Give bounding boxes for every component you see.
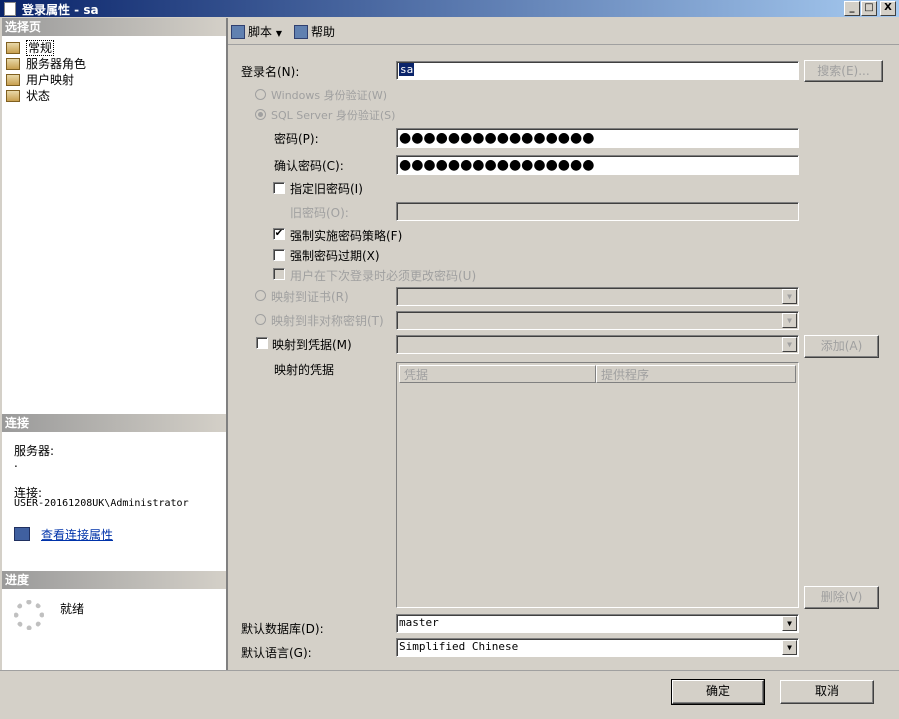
progress-status: 就绪 <box>60 602 85 616</box>
title-bar: 登录属性 - sa _ □ X <box>0 0 899 17</box>
toolbar: 脚本 ▼ 帮助 <box>228 18 899 45</box>
panel-divider <box>226 18 228 670</box>
chevron-down-icon[interactable]: ▼ <box>782 616 797 631</box>
windows-auth-label: Windows 身份验证(W) <box>271 89 388 102</box>
server-value: . <box>14 456 18 470</box>
remove-button[interactable]: 删除(V) <box>804 586 879 609</box>
left-panel: 选择页 常规 服务器角色 用户映射 状态 连接 服务器: . 连接: USER-… <box>2 18 226 670</box>
windows-auth-radio[interactable] <box>255 89 266 100</box>
view-connection-properties-link[interactable]: 查看连接属性 <box>41 526 113 543</box>
connection-properties-icon <box>14 527 30 541</box>
page-status[interactable]: 状态 <box>6 88 50 104</box>
page-icon <box>6 74 20 86</box>
map-credential-label: 映射到凭据(M) <box>272 338 352 352</box>
select-page-header: 选择页 <box>2 18 226 36</box>
window-icon <box>4 2 16 16</box>
default-language-label: 默认语言(G): <box>241 646 312 660</box>
page-icon <box>6 58 20 70</box>
help-icon <box>294 25 308 39</box>
password-input[interactable]: ●●●●●●●●●●●●●●●● <box>396 128 799 148</box>
must-change-checkbox[interactable] <box>273 268 285 280</box>
must-change-label: 用户在下次登录时必须更改密码(U) <box>290 269 477 283</box>
page-user-mapping[interactable]: 用户映射 <box>6 72 74 88</box>
chevron-down-icon[interactable]: ▼ <box>782 337 797 352</box>
confirm-password-input[interactable]: ●●●●●●●●●●●●●●●● <box>396 155 799 175</box>
login-name-label: 登录名(N): <box>241 65 300 79</box>
certificate-select[interactable]: ▼ <box>396 287 799 306</box>
map-asymmetric-key-radio[interactable] <box>255 314 266 325</box>
ok-button[interactable]: 确定 <box>671 679 765 705</box>
map-credential-checkbox[interactable] <box>256 337 268 349</box>
chevron-down-icon: ▼ <box>275 29 282 38</box>
chevron-down-icon[interactable]: ▼ <box>782 313 797 328</box>
page-general[interactable]: 常规 <box>6 40 55 56</box>
script-icon <box>231 25 245 39</box>
server-label: 服务器: <box>14 444 55 458</box>
default-database-label: 默认数据库(D): <box>241 622 324 636</box>
connection-header: 连接 <box>2 414 226 432</box>
map-asymmetric-key-label: 映射到非对称密钥(T) <box>271 314 384 328</box>
close-button[interactable]: X <box>880 1 896 16</box>
confirm-password-label: 确认密码(C): <box>274 159 344 173</box>
column-header-credential[interactable]: 凭据 <box>399 365 596 383</box>
chevron-down-icon[interactable]: ▼ <box>782 640 797 655</box>
script-button[interactable]: 脚本 ▼ <box>231 23 282 40</box>
specify-old-password-label: 指定旧密码(I) <box>290 182 363 196</box>
help-button[interactable]: 帮助 <box>294 23 335 40</box>
map-certificate-label: 映射到证书(R) <box>271 290 349 304</box>
default-language-select[interactable]: Simplified Chinese ▼ <box>396 638 799 657</box>
map-certificate-radio[interactable] <box>255 290 266 301</box>
cancel-button[interactable]: 取消 <box>780 680 874 704</box>
specify-old-password-checkbox[interactable] <box>273 182 285 194</box>
column-header-provider[interactable]: 提供程序 <box>596 365 796 383</box>
password-label: 密码(P): <box>274 132 319 146</box>
chevron-down-icon[interactable]: ▼ <box>782 289 797 304</box>
mapped-credentials-label: 映射的凭据 <box>274 363 335 377</box>
footer-bar: 确定 取消 <box>0 670 899 719</box>
enforce-policy-label: 强制实施密码策略(F) <box>290 229 403 243</box>
progress-spinner-icon <box>14 600 44 630</box>
old-password-input[interactable] <box>396 202 799 221</box>
asymmetric-key-select[interactable]: ▼ <box>396 311 799 330</box>
connection-value: USER-20161208UK\Administrator <box>14 498 189 509</box>
sql-auth-radio[interactable] <box>255 109 266 120</box>
enforce-expiration-checkbox[interactable] <box>273 249 285 261</box>
mapped-credentials-grid[interactable]: 凭据 提供程序 <box>396 362 799 608</box>
sql-auth-label: SQL Server 身份验证(S) <box>271 109 396 122</box>
login-name-input[interactable]: sa <box>396 61 799 80</box>
window-title: 登录属性 - sa <box>22 3 99 17</box>
maximize-button[interactable]: □ <box>861 1 877 16</box>
add-button[interactable]: 添加(A) <box>804 335 879 358</box>
default-database-select[interactable]: master ▼ <box>396 614 799 633</box>
progress-header: 进度 <box>2 571 226 589</box>
credential-select[interactable]: ▼ <box>396 335 799 354</box>
enforce-expiration-label: 强制密码过期(X) <box>290 249 380 263</box>
search-button[interactable]: 搜索(E)... <box>804 60 883 82</box>
page-icon <box>6 90 20 102</box>
minimize-button[interactable]: _ <box>844 1 860 16</box>
enforce-policy-checkbox[interactable]: ✔ <box>273 228 285 240</box>
old-password-label: 旧密码(O): <box>290 206 349 220</box>
page-server-roles[interactable]: 服务器角色 <box>6 56 86 72</box>
page-icon <box>6 42 20 54</box>
